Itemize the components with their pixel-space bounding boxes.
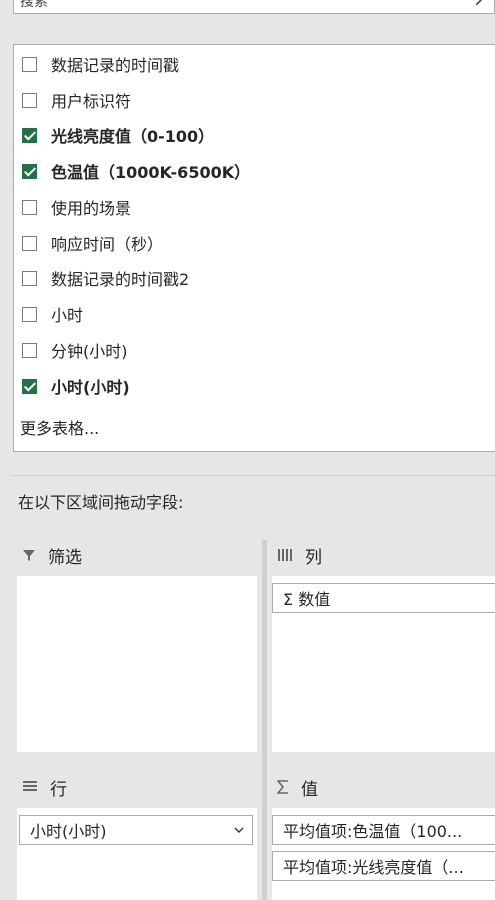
field-label: 用户标识符: [51, 92, 132, 111]
field-item-response-time[interactable]: 响应时间（秒）: [22, 230, 163, 256]
columns-area-title: 列: [305, 547, 322, 568]
area-splitter[interactable]: [262, 540, 267, 900]
field-label: 光线亮度值（0-100）: [51, 127, 215, 146]
columns-area-drop-zone[interactable]: Σ 数值: [272, 576, 495, 752]
search-input[interactable]: 搜索: [13, 0, 495, 14]
field-label: 响应时间（秒）: [51, 235, 164, 254]
field-checkbox[interactable]: [22, 306, 37, 322]
rows-icon: [22, 780, 38, 794]
field-item-minute-hour[interactable]: 分钟(小时): [22, 337, 128, 363]
search-input-text: 搜索: [20, 0, 48, 10]
field-item-timestamp[interactable]: 数据记录的时间戳: [22, 51, 179, 77]
field-label: 色温值（1000K-6500K）: [51, 163, 251, 182]
value-field-brightness-avg[interactable]: 平均值项:光线亮度值（...: [272, 851, 495, 881]
field-item-scene[interactable]: 使用的场景: [22, 194, 131, 220]
field-checkbox[interactable]: [22, 270, 37, 286]
rows-area-title: 行: [50, 779, 67, 800]
field-checkbox[interactable]: [22, 199, 37, 215]
search-icon[interactable]: [476, 0, 488, 5]
sigma-icon: [277, 780, 289, 794]
field-label: 分钟(小时): [51, 342, 128, 361]
columns-icon: [277, 548, 293, 562]
filter-area-title: 筛选: [48, 547, 82, 568]
field-checkbox[interactable]: [22, 92, 37, 108]
row-field-hour[interactable]: 小时(小时): [19, 815, 253, 845]
values-area-header: 值: [277, 767, 495, 807]
columns-area-header: 列: [277, 535, 495, 575]
field-checkbox[interactable]: [22, 163, 37, 179]
field-item-color-temp[interactable]: 色温值（1000K-6500K）: [22, 158, 250, 184]
filter-icon: [22, 548, 36, 562]
value-field-color-temp-avg[interactable]: 平均值项:色温值（100...: [272, 815, 495, 845]
column-field-values[interactable]: Σ 数值: [272, 583, 495, 613]
field-item-user-id[interactable]: 用户标识符: [22, 87, 131, 113]
rows-area-drop-zone[interactable]: 小时(小时): [17, 808, 257, 900]
more-tables-link[interactable]: 更多表格...: [20, 415, 99, 439]
filter-area-header: 筛选: [22, 535, 258, 575]
field-checkbox[interactable]: [22, 378, 37, 394]
row-field-label: 小时(小时): [30, 822, 107, 841]
value-field-label: 平均值项:色温值（100...: [283, 822, 463, 841]
field-item-hour[interactable]: 小时: [22, 301, 83, 327]
field-item-timestamp2[interactable]: 数据记录的时间戳2: [22, 265, 189, 291]
field-checkbox[interactable]: [22, 342, 37, 358]
field-label: 小时(小时): [51, 378, 130, 397]
column-field-label: Σ 数值: [283, 590, 331, 609]
filter-area-drop-zone[interactable]: [17, 576, 257, 752]
values-area-title: 值: [301, 779, 318, 800]
field-label: 数据记录的时间戳: [51, 56, 180, 75]
chevron-down-icon[interactable]: [234, 825, 244, 835]
value-field-label: 平均值项:光线亮度值（...: [283, 858, 464, 877]
field-label: 使用的场景: [51, 199, 132, 218]
field-checkbox[interactable]: [22, 235, 37, 251]
field-item-hour-hour[interactable]: 小时(小时): [22, 373, 130, 399]
section-divider: [13, 475, 495, 476]
field-label: 小时: [51, 306, 84, 325]
field-label: 数据记录的时间戳2: [51, 270, 190, 289]
drag-fields-hint: 在以下区域间拖动字段:: [18, 493, 184, 512]
field-list: 数据记录的时间戳 用户标识符 光线亮度值（0-100） 色温值（1000K-65…: [13, 44, 495, 452]
values-area-drop-zone[interactable]: 平均值项:色温值（100... 平均值项:光线亮度值（...: [272, 808, 495, 900]
field-checkbox[interactable]: [22, 127, 37, 143]
field-item-brightness[interactable]: 光线亮度值（0-100）: [22, 122, 214, 148]
field-checkbox[interactable]: [22, 56, 37, 72]
rows-area-header: 行: [22, 767, 258, 807]
